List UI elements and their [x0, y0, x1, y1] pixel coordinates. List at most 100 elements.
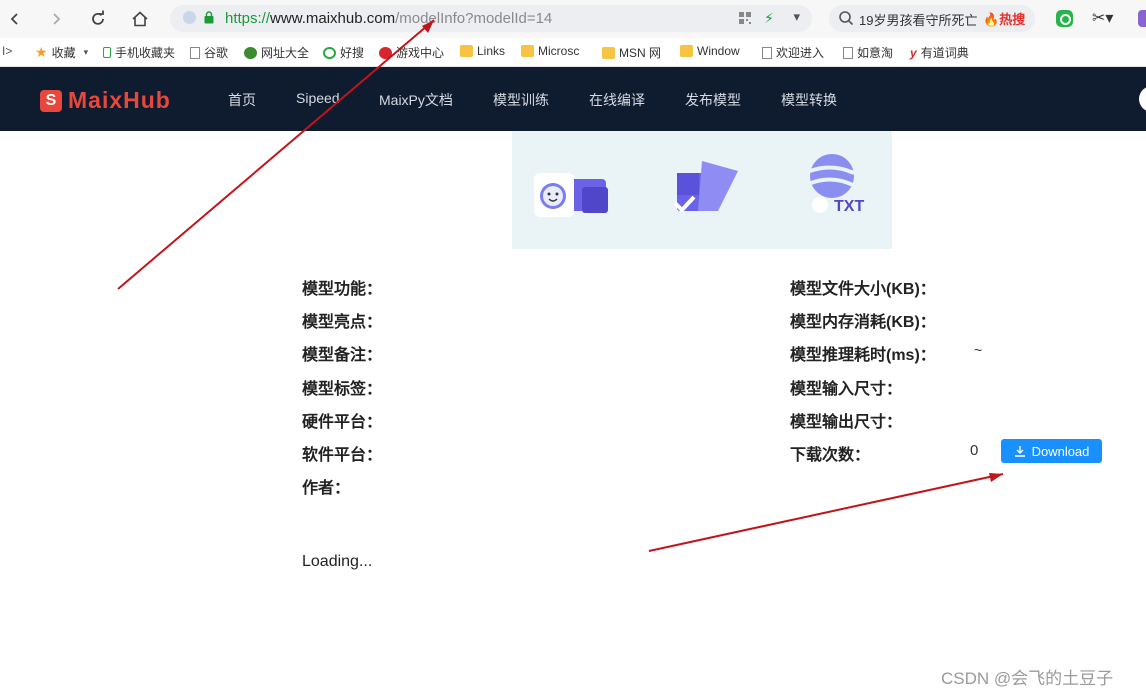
label-model-highlights: 模型亮点： [302, 314, 383, 331]
bookmark-msn[interactable]: MSN 网 [602, 44, 661, 61]
label-inference-time: 模型推理耗时(ms)： [790, 347, 936, 364]
download-button[interactable]: Download [1001, 439, 1102, 463]
bookmarks-bar: I> ★ 收藏 ▾ 手机收藏夹 谷歌 网址大全 好搜 游戏中心 Links Micr… [0, 38, 1146, 67]
bookmark-microsoft[interactable]: Microsc [521, 44, 579, 58]
bookmark-label: 网址大全 [261, 46, 310, 60]
label-author: 作者： [302, 480, 351, 497]
bookmark-label: 好搜 [340, 46, 365, 60]
label-model-function: 模型功能： [302, 281, 383, 298]
folder-icon [460, 45, 473, 57]
label-download-count: 下载次数： [790, 447, 871, 464]
sidebar-toggle-icon[interactable]: I> [2, 44, 12, 58]
bookmark-google[interactable]: 谷歌 [190, 44, 228, 61]
bookmark-games[interactable]: 游戏中心 [379, 44, 444, 61]
folder-icon [680, 45, 693, 57]
site-header: S MaixHub 首页 Sipeed MaixPy文档 模型训练 在线编译 发… [0, 67, 1146, 131]
bookmark-label: 欢迎进入 [776, 46, 825, 60]
nav-maixpy-docs[interactable]: MaixPy文档 [379, 90, 453, 110]
label-input-size: 模型输入尺寸： [790, 381, 903, 398]
nav-sipeed[interactable]: Sipeed [296, 90, 340, 106]
phone-icon [103, 47, 111, 58]
site-icon [323, 46, 336, 59]
download-icon [1014, 446, 1025, 457]
home-icon[interactable] [128, 7, 152, 31]
loading-text: Loading... [302, 553, 373, 570]
nav-publish-model[interactable]: 发布模型 [685, 90, 741, 110]
label-output-size: 模型输出尺寸： [790, 414, 903, 431]
bookmark-label: 如意淘 [857, 46, 894, 60]
banner-illustration: TXT [534, 154, 864, 217]
bookmark-label: Links [477, 44, 506, 58]
label-file-size: 模型文件大小(KB)： [790, 281, 936, 298]
watermark: CSDN @会飞的土豆子 [941, 669, 1114, 688]
nav-online-compile[interactable]: 在线编译 [589, 90, 645, 110]
site-icon [244, 46, 257, 59]
page-icon [762, 46, 772, 59]
bookmark-label: Window [697, 44, 740, 58]
forward-icon[interactable] [44, 7, 68, 31]
bookmark-label: 谷歌 [204, 46, 229, 60]
url-path: /modelInfo?modelId=14 [395, 10, 553, 27]
bookmark-label: 手机收藏夹 [115, 46, 176, 60]
logo-icon: S [40, 89, 62, 112]
bookmark-windows[interactable]: Window [680, 44, 740, 58]
reload-icon[interactable] [86, 7, 110, 31]
url-text[interactable]: https://www.maixhub.com/modelInfo?modelI… [225, 9, 552, 28]
url-protocol: https:// [225, 10, 271, 27]
translate-extension-icon[interactable] [1138, 10, 1146, 27]
bookmark-label: 收藏 [51, 46, 76, 60]
logo-text: MaixHub [68, 87, 171, 113]
txt-globe-icon: TXT [809, 154, 864, 215]
hot-search-label: 热搜 [999, 12, 1026, 27]
browser-toolbar: https://www.maixhub.com/modelInfo?modelI… [0, 0, 1146, 38]
nav-model-training[interactable]: 模型训练 [493, 90, 549, 110]
qr-code-icon[interactable] [739, 12, 751, 24]
download-button-label: Download [1031, 443, 1090, 459]
model-banner: TXT [512, 131, 892, 249]
bookmark-favorites[interactable]: ★ 收藏 ▾ [35, 44, 88, 61]
checkmark-icon [673, 161, 738, 213]
game-icon [379, 46, 392, 59]
label-model-notes: 模型备注： [302, 347, 383, 364]
page-icon [190, 46, 200, 59]
back-icon[interactable] [3, 7, 27, 31]
star-icon: ★ [35, 44, 48, 60]
bookmark-label: MSN 网 [619, 46, 662, 60]
page-icon [843, 46, 853, 59]
bookmark-youdao[interactable]: y 有道词典 [910, 44, 969, 61]
inference-time-value: ~ [974, 342, 983, 358]
download-count-value: 0 [970, 442, 979, 459]
face-card-icon [534, 173, 608, 217]
extension-icon[interactable] [1056, 10, 1073, 27]
bookmark-ruyitao[interactable]: 如意淘 [843, 44, 893, 61]
search-suggestion: 19岁男孩看守所死亡 [859, 13, 977, 28]
label-model-tags: 模型标签： [302, 381, 383, 398]
lock-icon [204, 11, 214, 24]
site-info-icon[interactable] [183, 11, 196, 24]
bookmark-label: 有道词典 [920, 46, 969, 60]
bookmark-hao[interactable]: 网址大全 [244, 44, 309, 61]
maixhub-logo[interactable]: S MaixHub [40, 87, 171, 114]
nav-model-convert[interactable]: 模型转换 [781, 90, 837, 110]
arrow-to-download [648, 473, 1004, 552]
folder-icon [602, 46, 615, 59]
speed-mode-icon[interactable]: ⚡ [764, 10, 774, 27]
label-software-platform: 软件平台： [302, 447, 383, 464]
folder-icon [521, 45, 534, 57]
search-icon [839, 11, 854, 26]
label-memory-usage: 模型内存消耗(KB)： [790, 314, 936, 331]
search-box[interactable]: 19岁男孩看守所死亡 🔥热搜 [829, 5, 1035, 32]
bookmark-haosou[interactable]: 好搜 [323, 44, 364, 61]
address-bar[interactable]: https://www.maixhub.com/modelInfo?modelI… [170, 5, 812, 32]
label-hardware-platform: 硬件平台： [302, 414, 383, 431]
bookmark-label: Microsc [538, 44, 580, 58]
bookmark-welcome[interactable]: 欢迎进入 [762, 44, 824, 61]
bookmark-label: 游戏中心 [396, 46, 445, 60]
nav-home[interactable]: 首页 [228, 90, 256, 110]
user-avatar[interactable] [1139, 86, 1146, 112]
screenshot-scissors-icon[interactable]: ✂▾ [1092, 8, 1113, 28]
chevron-down-icon[interactable]: ▾ [793, 9, 800, 25]
hot-search-badge: 🔥热搜 [983, 12, 1026, 27]
bookmark-links[interactable]: Links [460, 44, 505, 58]
bookmark-mobile[interactable]: 手机收藏夹 [103, 44, 175, 61]
